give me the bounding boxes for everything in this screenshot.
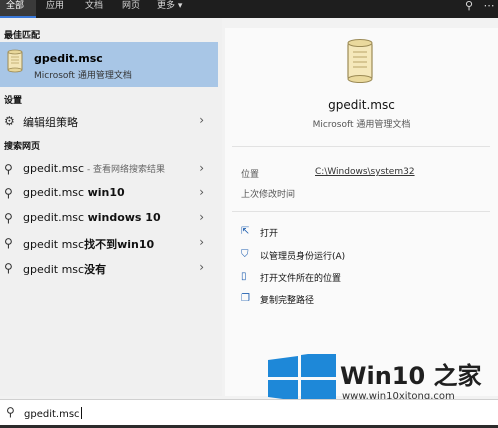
- action-label: 以管理员身份运行(A): [260, 252, 346, 262]
- tab-more[interactable]: 更多 ▾: [157, 0, 182, 18]
- web-result-label: gpedit.msc - 查看网络搜索结果: [23, 162, 165, 175]
- top-tab-bar: 全部 应用 文档 网页 更多 ▾ ⚲ ⋯: [0, 0, 498, 18]
- chevron-right-icon: ›: [199, 210, 204, 224]
- tab-apps[interactable]: 应用: [46, 0, 64, 18]
- settings-item-label: 编辑组策略: [23, 116, 78, 129]
- search-icon: ⚲: [4, 211, 13, 225]
- web-result-text: gpedit msc: [23, 238, 85, 251]
- web-result-row[interactable]: ⚲ gpedit.msc - 查看网络搜索结果 ›: [0, 157, 218, 181]
- search-icon: ⚲: [4, 261, 13, 275]
- search-icon: ⚲: [4, 186, 13, 200]
- best-match-subtitle: Microsoft 通用管理文档: [34, 71, 132, 81]
- web-result-row[interactable]: ⚲ gpedit msc没有 ›: [0, 256, 218, 280]
- action-label: 打开: [260, 229, 279, 239]
- location-link[interactable]: C:\Windows\system32: [315, 167, 415, 177]
- web-search-heading: 搜索网页: [4, 142, 41, 152]
- search-icon: ⚲: [4, 162, 13, 176]
- web-result-bold: 没有: [84, 263, 107, 276]
- more-options-icon[interactable]: ⋯: [482, 0, 496, 14]
- web-result-label: gpedit.msc win10: [23, 186, 125, 199]
- web-result-bold: win10: [87, 186, 125, 199]
- detail-subtitle: Microsoft 通用管理文档: [312, 120, 411, 130]
- tab-all[interactable]: 全部: [0, 0, 36, 18]
- web-result-text: gpedit.msc: [23, 162, 85, 175]
- detail-title: gpedit.msc: [328, 98, 395, 112]
- best-match-heading: 最佳匹配: [4, 31, 41, 41]
- web-result-row[interactable]: ⚲ gpedit.msc windows 10 ›: [0, 206, 218, 230]
- search-input[interactable]: gpedit.msc: [24, 407, 82, 420]
- web-result-text: gpedit.msc: [23, 186, 88, 199]
- shield-icon: ⛉: [241, 249, 249, 260]
- open-icon: ⇱: [241, 226, 250, 237]
- chevron-right-icon: ›: [199, 161, 204, 175]
- web-result-text: gpedit msc: [23, 263, 85, 276]
- search-bar[interactable]: ⚲ gpedit.msc: [0, 399, 498, 426]
- document-scroll-icon: [347, 39, 373, 83]
- divider: [232, 211, 490, 212]
- tab-web[interactable]: 网页: [122, 0, 140, 18]
- divider: [232, 146, 490, 147]
- tab-more-label: 更多: [157, 1, 176, 11]
- folder-icon: ▯: [241, 271, 247, 282]
- web-result-bold: windows 10: [87, 211, 161, 224]
- web-result-text: gpedit.msc: [23, 211, 88, 224]
- search-icon: ⚲: [4, 236, 13, 250]
- action-label: 打开文件所在的位置: [260, 274, 342, 284]
- settings-icon: ⚙: [4, 114, 15, 128]
- search-input-value: gpedit.msc: [24, 409, 80, 420]
- chevron-right-icon: ›: [199, 260, 204, 274]
- settings-item-group-policy[interactable]: ⚙ 编辑组策略 ›: [0, 109, 218, 133]
- search-icon: ⚲: [6, 405, 15, 419]
- windows-logo-icon: [268, 354, 336, 404]
- web-result-row[interactable]: ⚲ gpedit msc找不到win10 ›: [0, 231, 218, 255]
- best-match-title: gpedit.msc: [34, 52, 103, 65]
- tab-documents[interactable]: 文档: [85, 0, 103, 18]
- text-caret: [80, 407, 82, 419]
- action-label: 复制完整路径: [260, 296, 315, 306]
- web-result-label: gpedit msc找不到win10: [23, 236, 154, 252]
- web-result-label: gpedit.msc windows 10: [23, 211, 161, 224]
- web-result-label: gpedit msc没有: [23, 261, 106, 277]
- document-scroll-icon: [7, 49, 23, 73]
- copy-icon: ❐: [241, 293, 250, 304]
- feedback-icon[interactable]: ⚲: [462, 0, 476, 14]
- web-result-hint: - 查看网络搜索结果: [84, 165, 166, 175]
- chevron-right-icon: ›: [199, 235, 204, 249]
- settings-heading: 设置: [4, 96, 23, 106]
- chevron-right-icon: ›: [199, 113, 204, 127]
- web-result-bold: 找不到win10: [84, 238, 155, 251]
- web-result-row[interactable]: ⚲ gpedit.msc win10 ›: [0, 181, 218, 205]
- watermark-brand: Win10 之家: [340, 362, 482, 390]
- chevron-right-icon: ›: [199, 185, 204, 199]
- location-label: 位置: [241, 170, 260, 180]
- chevron-down-icon: ▾: [177, 1, 183, 11]
- modified-label: 上次修改时间: [241, 190, 296, 200]
